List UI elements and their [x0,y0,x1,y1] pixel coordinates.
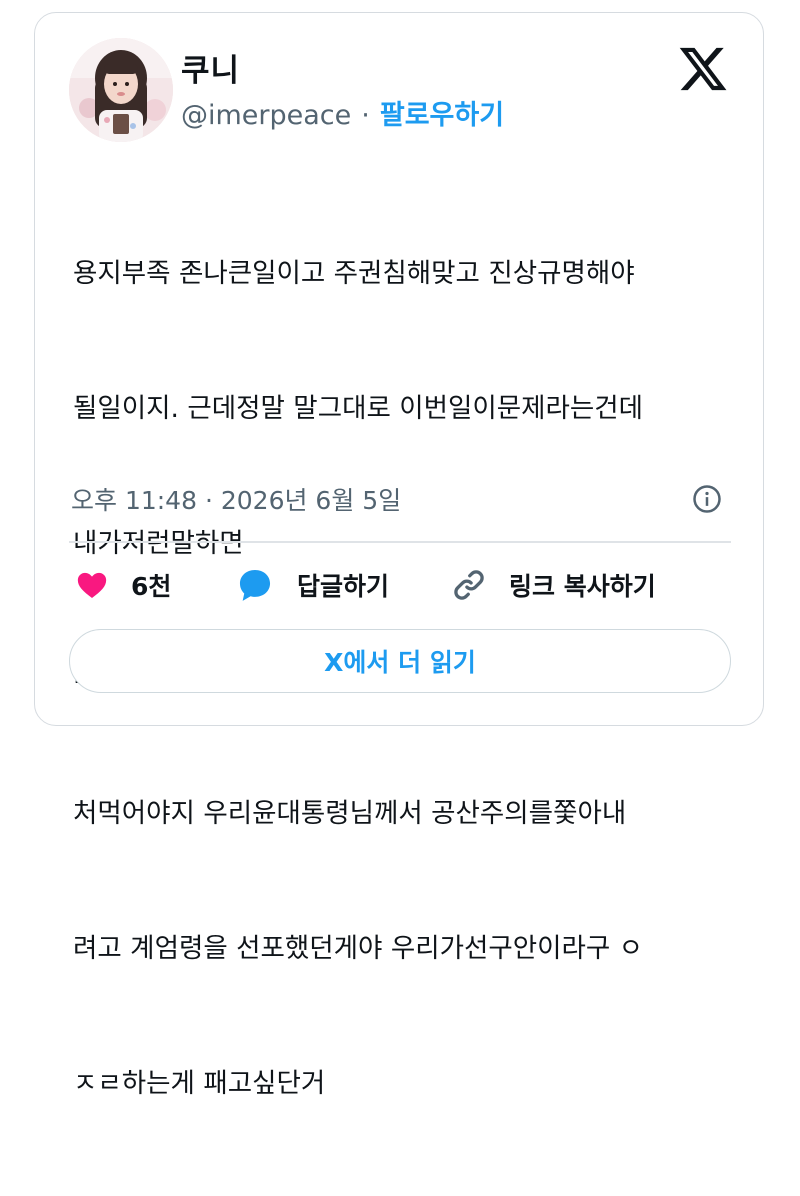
speech-bubble-icon [239,569,271,601]
avatar[interactable] [69,38,173,142]
author-handle-row: @imerpeace · 팔로우하기 [181,93,504,132]
tweet-line: 용지부족 존나큰일이고 주권침해맞고 진상규명해야 [73,258,635,289]
divider [69,541,731,543]
tweet-line: ㅈㄹ하는게 패고싶단거 [73,1068,326,1099]
tweet-embed-card: 쿠니 @imerpeace · 팔로우하기 용지부족 존나큰일이고 주권침해맞고 진… [34,12,764,1099]
read-more-label: X에서 더 읽기 [324,648,476,677]
follow-button[interactable]: 팔로우하기 [380,100,504,131]
info-icon[interactable] [692,484,722,514]
author-name[interactable]: 쿠니 [181,45,240,90]
tweet-time: 오후 11:48 [71,486,197,515]
avatar-photo [69,38,173,142]
reply-label: 답글하기 [297,572,390,601]
copy-link-button[interactable]: 링크 복사하기 [451,561,656,609]
read-more-button[interactable]: X에서 더 읽기 [69,629,731,693]
link-icon [454,570,484,600]
action-bar: 6천 답글하기 링크 복사하기 [71,561,731,609]
tweet-timestamp[interactable]: 오후 11:48 · 2026년 6월 5일 [71,481,401,517]
like-count: 6천 [131,572,172,601]
separator-dot: · [361,100,370,131]
reply-button[interactable]: 답글하기 [235,561,389,609]
tweet-date: 2026년 6월 5일 [220,486,402,515]
like-button[interactable]: 6천 [75,561,171,609]
copy-link-label: 링크 복사하기 [509,572,656,601]
tweet-line: 될일이지. 근데정말 말그대로 이번일이문제라는건데 [73,393,644,424]
tweet-line: 내가저런말하면 [73,528,244,559]
tweet-line: 처먹어야지 우리윤대통령님께서 공산주의를쫓아내 [73,798,627,829]
separator-dot: · [204,486,213,515]
author-handle[interactable]: @imerpeace [181,100,351,131]
x-logo-icon[interactable] [677,43,729,95]
tweet-line: 려고 계엄령을 선포했던게야 우리가선구안이라구 ㅇ [73,933,644,964]
heart-icon [77,572,107,599]
